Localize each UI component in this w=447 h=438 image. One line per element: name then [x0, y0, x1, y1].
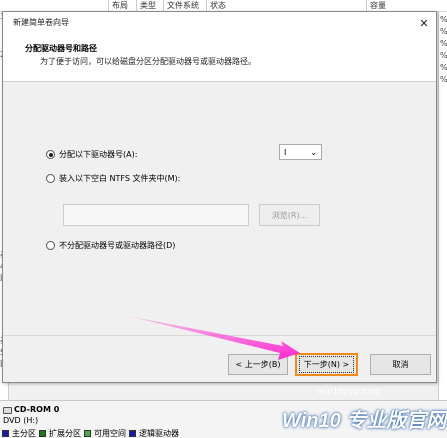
watermark-logo: Win10 专业版官网	[282, 410, 447, 432]
right-fragment: %	[440, 27, 447, 36]
close-button[interactable]: ✕	[412, 12, 436, 34]
extended-partition-swatch	[39, 430, 46, 437]
mount-folder-radio[interactable]	[46, 174, 55, 183]
legend-label: 可用空间	[94, 429, 126, 438]
assign-drive-letter-option[interactable]: 分配以下驱动器号(A):	[46, 149, 137, 160]
dialog-titlebar[interactable]: 新建简单卷向导 ✕	[3, 12, 436, 34]
no-letter-label: 不分配驱动器号或驱动器路径(D)	[59, 241, 176, 250]
cdrom-label[interactable]: CD-ROM 0	[14, 405, 59, 414]
disk-legend: 主分区 扩展分区 可用空间 逻辑驱动器	[0, 428, 179, 438]
button-separator	[3, 335, 436, 336]
next-button-label: 下一步(N) >	[298, 356, 355, 373]
dialog-title: 新建简单卷向导	[13, 18, 69, 27]
no-letter-radio[interactable]	[46, 241, 55, 250]
wizard-content: 分配以下驱动器号(A): I ⌄ 装入以下空白 NTFS 文件夹中(M): 浏览…	[8, 83, 431, 333]
no-letter-option[interactable]: 不分配驱动器号或驱动器路径(D)	[46, 240, 175, 251]
dvd-label: DVD (H:)	[3, 416, 39, 425]
browse-button[interactable]: 浏览(R)...	[259, 204, 320, 226]
right-fragment: %	[440, 15, 447, 24]
assign-letter-label: 分配以下驱动器号(A):	[59, 150, 138, 159]
free-space-swatch	[84, 430, 91, 437]
back-button[interactable]: < 上一步(B)	[228, 354, 288, 375]
mount-folder-label: 装入以下空白 NTFS 文件夹中(M):	[59, 174, 181, 183]
legend-label: 逻辑驱动器	[139, 429, 179, 438]
primary-partition-swatch	[2, 430, 9, 437]
mount-folder-option[interactable]: 装入以下空白 NTFS 文件夹中(M):	[46, 173, 180, 184]
logical-drive-swatch	[129, 430, 136, 437]
wizard-header: 分配驱动器号和路径 为了便于访问，可以给磁盘分区分配驱动器号或驱动器路径。	[3, 34, 436, 82]
new-simple-volume-wizard: 新建简单卷向导 ✕ 分配驱动器号和路径 为了便于访问，可以给磁盘分区分配驱动器号…	[2, 11, 437, 383]
right-fragment: %	[440, 39, 447, 48]
right-fragment: %	[440, 51, 447, 60]
next-button[interactable]: 下一步(N) >	[295, 353, 358, 376]
volume-list-right-edge: % % % % % %	[438, 12, 447, 400]
right-fragment: %	[440, 63, 447, 72]
assign-letter-radio[interactable]	[46, 150, 55, 159]
close-icon: ✕	[419, 16, 429, 30]
cdrom-icon	[3, 407, 12, 414]
cancel-button[interactable]: 取消	[370, 354, 431, 375]
legend-label: 扩展分区	[49, 429, 81, 438]
watermark-url: win10zyb.com	[318, 386, 382, 396]
right-fragment: %	[440, 75, 447, 84]
legend-label: 主分区	[12, 429, 36, 438]
wizard-page-subtitle: 为了便于访问，可以给磁盘分区分配驱动器号或驱动器路径。	[40, 57, 256, 66]
folder-path-input[interactable]	[63, 204, 249, 226]
drive-letter-value: I	[284, 147, 287, 157]
drive-letter-dropdown[interactable]: I ⌄	[279, 144, 322, 160]
wizard-page-title: 分配驱动器号和路径	[25, 44, 97, 53]
chevron-down-icon: ⌄	[310, 147, 317, 157]
